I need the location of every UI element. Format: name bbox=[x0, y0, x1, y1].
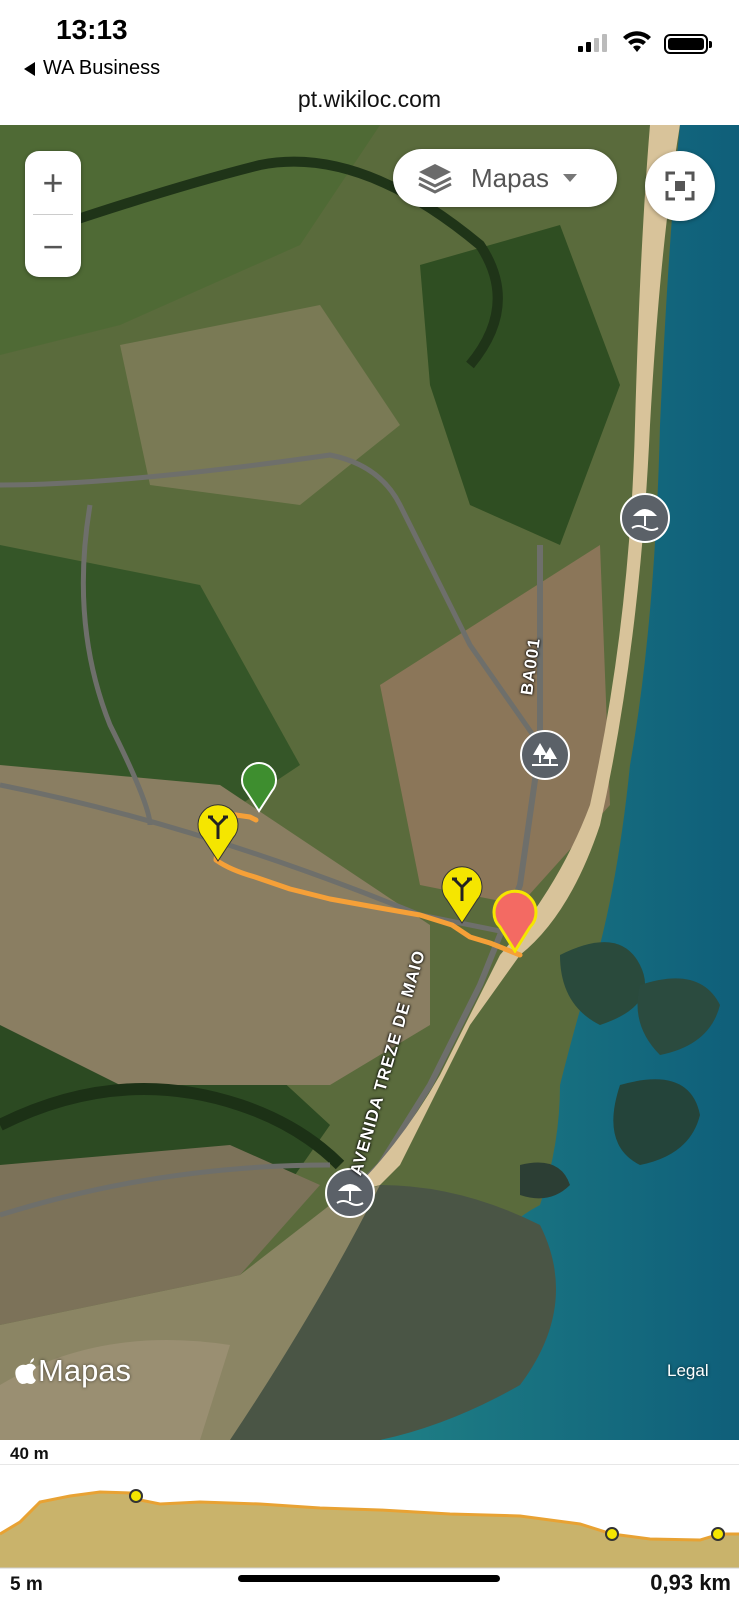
back-app-label: WA Business bbox=[43, 57, 161, 79]
back-to-app-link[interactable]: WA Business bbox=[24, 57, 160, 80]
beach-icon[interactable] bbox=[620, 493, 670, 543]
attribution-label: Mapas bbox=[38, 1353, 132, 1388]
elevation-min-label: 5 m bbox=[10, 1574, 43, 1595]
chevron-down-icon bbox=[563, 174, 578, 182]
park-icon[interactable] bbox=[520, 730, 570, 780]
cellular-signal-icon bbox=[578, 34, 607, 52]
elevation-max-label: 40 m bbox=[10, 1444, 49, 1463]
wifi-icon bbox=[623, 31, 651, 52]
status-bar: 13:13 WA Business pt.wikiloc.com bbox=[0, 0, 739, 125]
start-pin-icon[interactable] bbox=[240, 761, 278, 813]
fullscreen-icon bbox=[665, 171, 695, 201]
zoom-out-button[interactable]: − bbox=[25, 215, 81, 278]
end-pin-icon[interactable] bbox=[492, 889, 538, 953]
waypoint-icon[interactable] bbox=[440, 865, 484, 925]
beach-icon[interactable] bbox=[325, 1168, 375, 1218]
layers-icon bbox=[418, 164, 452, 194]
zoom-control: + − bbox=[25, 151, 81, 277]
satellite-imagery bbox=[0, 125, 739, 1440]
page-url[interactable]: pt.wikiloc.com bbox=[0, 86, 739, 113]
elevation-end-marker bbox=[711, 1527, 725, 1541]
back-arrow-icon bbox=[24, 61, 35, 76]
map-type-label: Mapas bbox=[471, 162, 550, 193]
elevation-chart bbox=[0, 1464, 739, 1569]
clock: 13:13 bbox=[56, 14, 128, 45]
battery-icon bbox=[664, 34, 712, 54]
elevation-waypoint-marker bbox=[605, 1527, 619, 1541]
zoom-in-button[interactable]: + bbox=[25, 151, 81, 214]
map-view[interactable]: + − Mapas BA001 AVENIDA TREZE DE MAIO Ma… bbox=[0, 125, 739, 1440]
fullscreen-button[interactable] bbox=[645, 151, 715, 221]
home-indicator[interactable] bbox=[238, 1575, 500, 1582]
maps-attribution: Mapas bbox=[14, 1353, 131, 1389]
elevation-waypoint-marker bbox=[129, 1489, 143, 1503]
distance-label: 0,93 km bbox=[650, 1570, 731, 1595]
legal-link[interactable]: Legal bbox=[667, 1361, 709, 1381]
waypoint-icon[interactable] bbox=[196, 803, 240, 863]
apple-logo-icon bbox=[15, 1358, 37, 1384]
map-type-selector[interactable]: Mapas bbox=[393, 149, 617, 207]
